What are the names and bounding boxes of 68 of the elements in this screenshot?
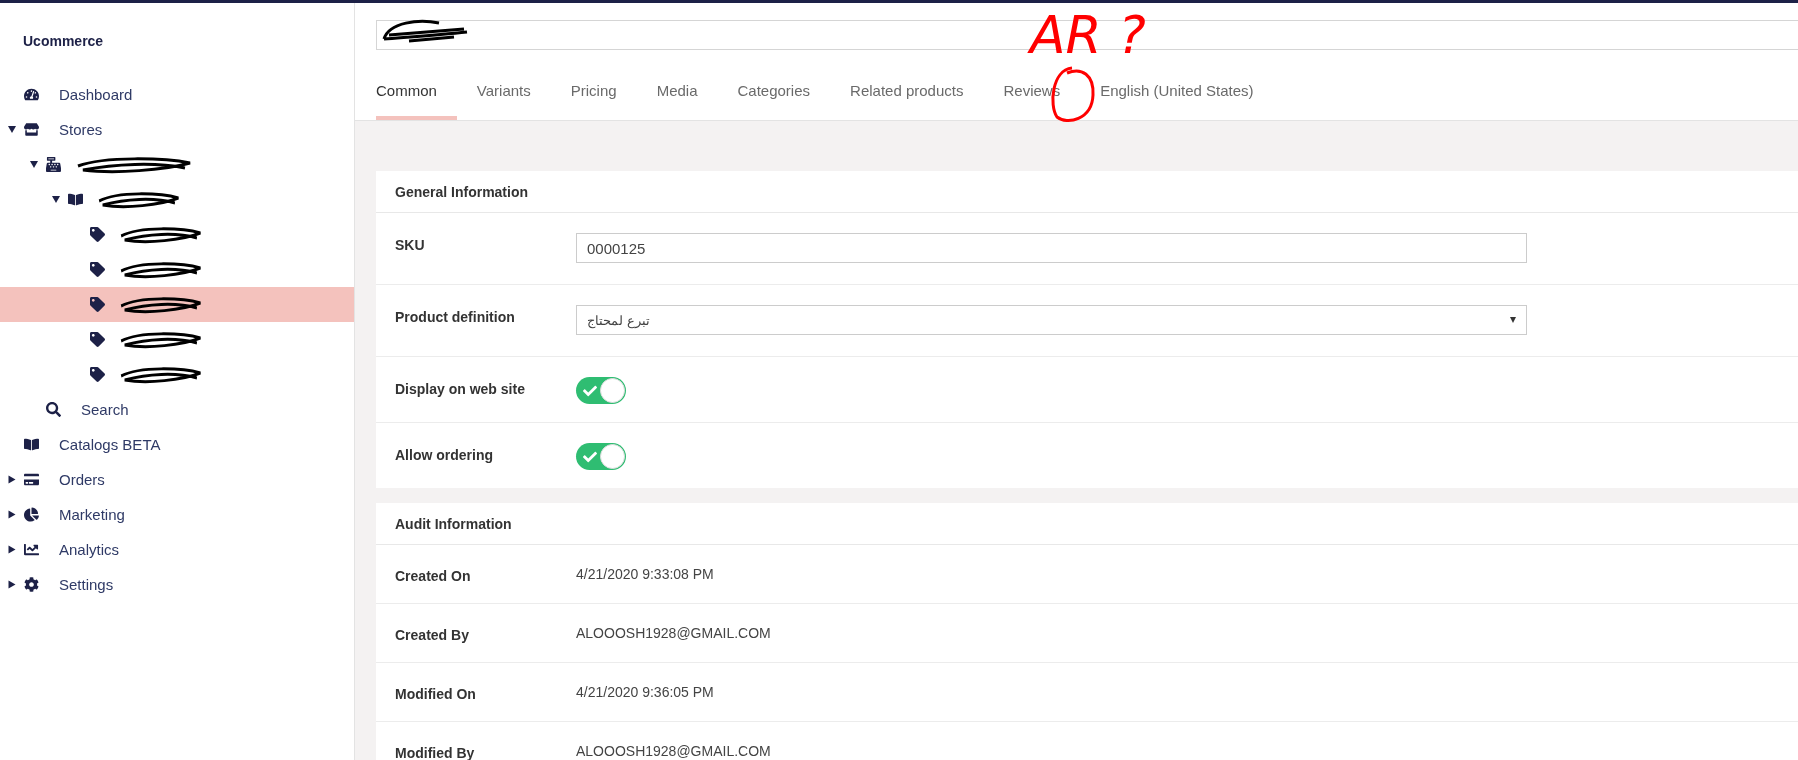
field-label: Allow ordering (395, 446, 494, 465)
tag-icon (90, 332, 105, 347)
caret-icon[interactable] (30, 161, 38, 168)
caret-icon[interactable] (8, 475, 16, 484)
sidebar-item-label[interactable]: Stores (59, 121, 103, 138)
sidebar-item[interactable]: Analytics (0, 532, 354, 567)
sidebar-item-label[interactable]: Analytics (59, 541, 120, 558)
caret-icon[interactable] (8, 510, 16, 519)
tab[interactable]: Common (376, 64, 457, 120)
tab[interactable]: Categories (737, 64, 831, 120)
caret-icon[interactable] (52, 196, 60, 203)
sidebar-item-label[interactable]: Dashboard (59, 86, 133, 103)
sidebar-item[interactable]: Search (0, 392, 354, 427)
tab[interactable]: English (United States) (1100, 64, 1274, 120)
sidebar-item[interactable]: Marketing (0, 497, 354, 532)
tab[interactable]: Related products (850, 64, 984, 120)
field-label: SKU (395, 236, 426, 255)
card-icon (24, 472, 39, 487)
sidebar-item[interactable]: Orders (0, 462, 354, 497)
field-label: Modified By (395, 744, 476, 760)
sidebar-item-label[interactable]: Settings (59, 576, 114, 593)
card-title: Audit Information (376, 503, 1798, 545)
tag-icon (90, 297, 105, 312)
sidebar-item[interactable]: Catalogs BETA (0, 427, 354, 462)
sidebar-item-label[interactable]: Orders (59, 471, 105, 488)
tab[interactable]: Media (656, 64, 718, 120)
search-icon (46, 402, 61, 417)
chart-icon (24, 542, 39, 557)
field-value: ALOOOSH1928@GMAIL.COM (576, 743, 771, 759)
store-icon (24, 122, 39, 137)
field-label: Created On (395, 567, 472, 584)
tab[interactable]: Variants (476, 64, 551, 120)
cash-register-icon (46, 157, 61, 172)
sidebar-item-label[interactable]: Marketing (59, 506, 125, 523)
gauge-icon (24, 87, 39, 102)
caret-icon[interactable] (8, 126, 16, 133)
sku-input[interactable]: 0000125 (576, 233, 1527, 263)
field-label: Created By (395, 626, 470, 643)
caret-icon[interactable] (8, 545, 16, 554)
caret-icon[interactable] (8, 580, 16, 589)
book-icon (68, 192, 83, 207)
tab[interactable]: Pricing (570, 64, 637, 120)
caret-icon (1510, 317, 1516, 323)
sidebar-item[interactable]: Dashboard (0, 77, 354, 112)
check-icon (583, 383, 597, 398)
tree-item[interactable] (0, 287, 354, 322)
field-value: 4/21/2020 9:33:08 PM (576, 566, 714, 582)
field-label: Product definition (395, 308, 516, 327)
sidebar-item-label[interactable]: Search (81, 401, 129, 418)
sidebar-item[interactable]: Stores (0, 112, 354, 147)
toggle-switch[interactable] (576, 377, 626, 404)
field-label: Modified On (395, 685, 477, 702)
tag-icon (90, 227, 105, 242)
brand-name: Ucommerce (22, 32, 105, 51)
card-title: General Information (376, 171, 1798, 213)
field-value: 4/21/2020 9:36:05 PM (576, 684, 714, 700)
tag-icon (90, 367, 105, 382)
field-value: ALOOOSH1928@GMAIL.COM (576, 625, 771, 641)
pie-chart-icon (24, 507, 39, 522)
tag-icon (90, 262, 105, 277)
field-label: Display on web site (395, 380, 526, 399)
sidebar-item[interactable]: Settings (0, 567, 354, 602)
check-icon (583, 449, 597, 464)
toggle-switch[interactable] (576, 443, 626, 470)
select-field[interactable]: تبرع لمحتاج (576, 305, 1527, 335)
settings-icon (24, 577, 39, 592)
book-icon (24, 437, 39, 452)
sidebar-item-label[interactable]: Catalogs BETA (59, 436, 161, 453)
